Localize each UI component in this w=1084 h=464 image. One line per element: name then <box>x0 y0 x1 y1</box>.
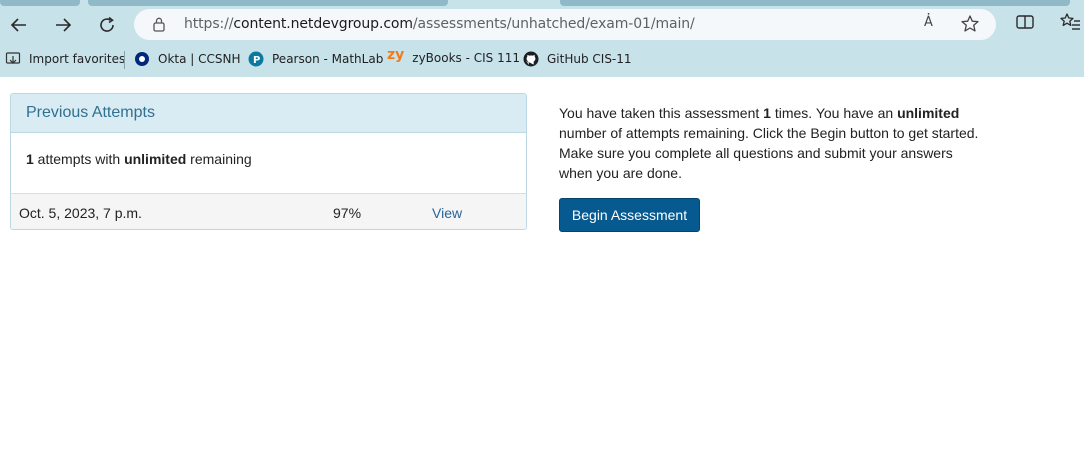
favorites-bar: Import favorites Okta | CCSNH P Pearson … <box>0 46 1084 74</box>
tab[interactable] <box>88 0 448 6</box>
url-path: /assessments/unhatched/exam-01/main/ <box>412 16 695 32</box>
summary-text: attempts with <box>33 151 125 167</box>
read-aloud-icon[interactable]: A҆ <box>924 15 933 30</box>
tab-strip <box>0 0 1084 6</box>
github-icon <box>523 51 539 67</box>
assessment-info-text: You have taken this assessment 1 times. … <box>559 103 979 183</box>
attempt-date: Oct. 5, 2023, 7 p.m. <box>19 205 142 221</box>
forward-arrow-icon <box>56 18 72 32</box>
favorite-label: GitHub CIS-11 <box>547 52 632 66</box>
favorite-github[interactable]: GitHub CIS-11 <box>523 51 632 67</box>
favorites-separator <box>124 51 125 69</box>
import-favorites-icon <box>5 51 21 67</box>
url-prefix: https:// <box>184 16 234 32</box>
lock-icon[interactable] <box>152 16 166 37</box>
attempt-row: Oct. 5, 2023, 7 p.m. 97% View <box>11 193 526 229</box>
address-bar[interactable]: https://content.netdevgroup.com/assessme… <box>134 9 996 40</box>
previous-attempts-panel: Previous Attempts 1 attempts with unlimi… <box>10 93 527 230</box>
favorite-label: Pearson - MathLab <box>272 52 384 66</box>
favorite-okta[interactable]: Okta | CCSNH <box>134 51 241 67</box>
okta-icon <box>134 51 150 67</box>
favorite-pearson[interactable]: P Pearson - MathLab <box>248 51 383 67</box>
refresh-icon <box>100 16 114 32</box>
attempt-limit: unlimited <box>124 151 187 167</box>
forward-button[interactable] <box>49 11 77 39</box>
favorite-label: zyBooks - CIS 111 <box>412 51 521 65</box>
panel-title: Previous Attempts <box>11 94 526 133</box>
info-count: 1 <box>763 105 771 121</box>
split-screen-icon[interactable] <box>1015 12 1035 37</box>
favorite-label: Okta | CCSNH <box>158 52 241 66</box>
refresh-button[interactable] <box>93 11 121 39</box>
tab[interactable] <box>560 0 1070 6</box>
favorites-list-icon[interactable] <box>1059 12 1081 37</box>
info-text: times. You have an <box>770 105 898 121</box>
view-attempt-link[interactable]: View <box>432 205 462 221</box>
summary-suffix: remaining <box>186 151 252 167</box>
info-text: You have taken this assessment <box>559 105 764 121</box>
info-text: number of attempts remaining. Click the … <box>559 125 979 181</box>
add-favorite-star-icon[interactable] <box>960 14 980 39</box>
favorite-label: Import favorites <box>29 52 126 66</box>
browser-chrome: https://content.netdevgroup.com/assessme… <box>0 0 1084 77</box>
svg-text:P: P <box>253 55 260 66</box>
attempt-count: 1 <box>26 151 34 167</box>
attempt-score: 97% <box>333 205 362 221</box>
zybooks-icon: zy <box>387 47 405 63</box>
back-button[interactable] <box>5 11 33 39</box>
info-limit: unlimited <box>897 105 960 121</box>
favorite-import-favorites[interactable]: Import favorites <box>5 51 125 67</box>
url-host: content.netdevgroup.com <box>233 16 413 32</box>
pearson-icon: P <box>248 51 264 67</box>
tab[interactable] <box>0 0 80 6</box>
url-text[interactable]: https://content.netdevgroup.com/assessme… <box>184 16 695 32</box>
back-arrow-icon <box>10 18 26 32</box>
attempts-summary: 1 attempts with unlimited remaining <box>11 133 526 193</box>
favorite-zybooks[interactable]: zy zyBooks - CIS 111 <box>387 47 521 65</box>
begin-assessment-button[interactable]: Begin Assessment <box>559 198 700 232</box>
